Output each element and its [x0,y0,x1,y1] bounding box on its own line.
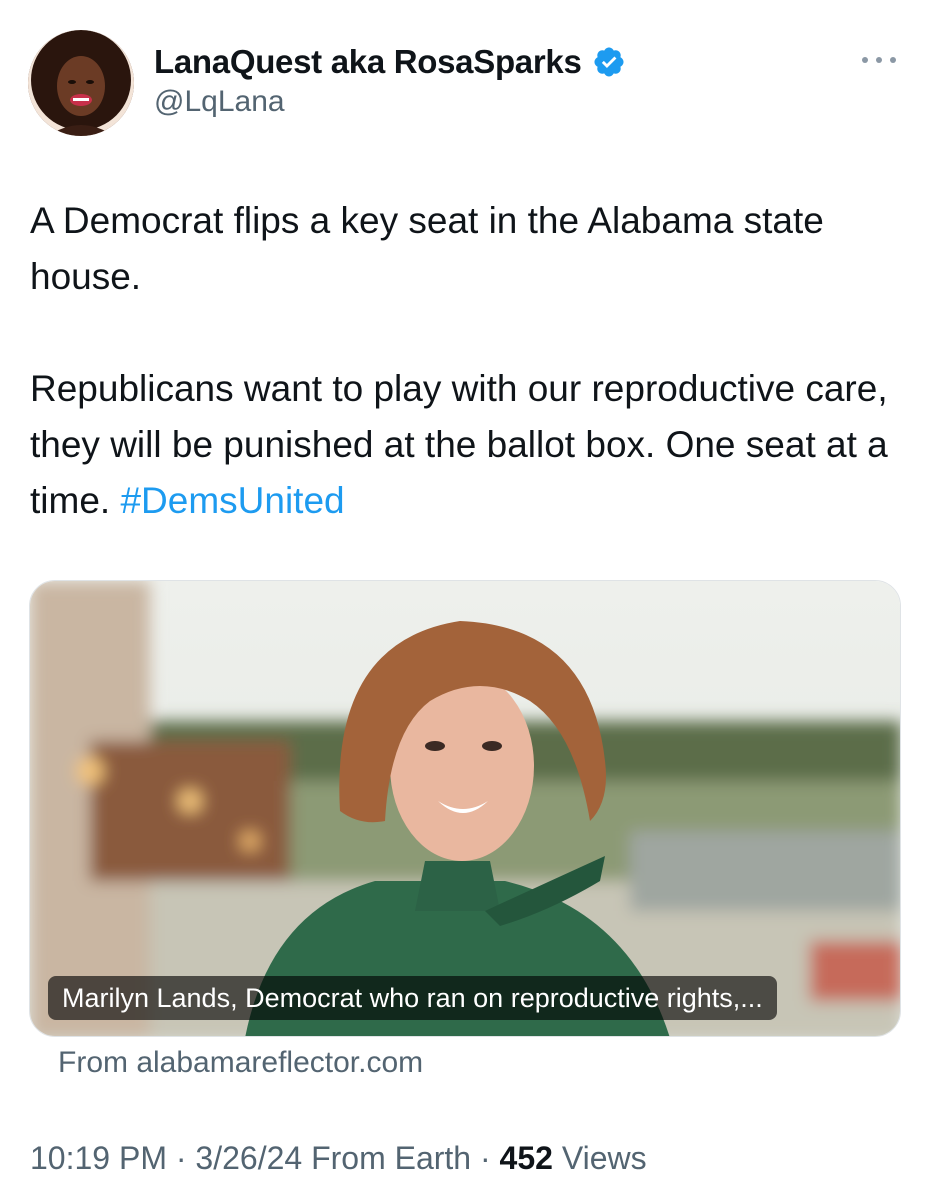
tweet-paragraph: A Democrat flips a key seat in the Alaba… [30,200,824,297]
author-handle[interactable]: @LqLana [154,85,285,119]
views-label: Views [561,1140,647,1176]
more-dot-icon [890,57,896,63]
card-source[interactable]: From alabamareflector.com [58,1046,423,1080]
tweet-meta: 10:19 PM · 3/26/24 From Earth · 452 View… [30,1140,647,1177]
author-name[interactable]: LanaQuest aka RosaSparks [154,40,626,84]
avatar-image [28,30,134,136]
more-options-button[interactable] [862,50,896,70]
card-caption: Marilyn Lands, Democrat who ran on repro… [48,976,777,1020]
author-display-name[interactable]: LanaQuest aka RosaSparks [154,43,582,81]
verified-badge-icon [593,47,624,77]
card-photo [30,581,900,1036]
meta-separator: · [479,1140,491,1176]
more-dot-icon [862,57,868,63]
tweet-date[interactable]: 3/26/24 [195,1140,302,1176]
meta-separator: · [175,1140,187,1176]
hashtag-link[interactable]: #DemsUnited [120,480,344,521]
author-avatar[interactable] [28,30,134,136]
tweet-paragraph-with-hashtag: Republicans want to play with our reprod… [30,361,900,529]
tweet-time[interactable]: 10:19 PM [30,1140,167,1176]
more-dot-icon [876,57,882,63]
views-count[interactable]: 452 [500,1140,553,1176]
tweet-location: From Earth [311,1140,472,1176]
link-preview-card[interactable]: Marilyn Lands, Democrat who ran on repro… [29,580,901,1037]
tweet-text: A Democrat flips a key seat in the Alaba… [30,193,900,529]
